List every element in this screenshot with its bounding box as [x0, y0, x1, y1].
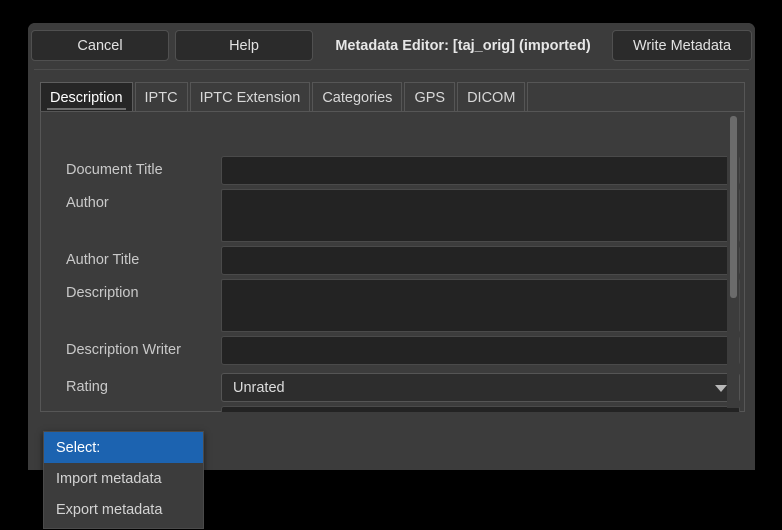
titlebar-divider [34, 69, 749, 70]
label-author: Author [66, 195, 109, 211]
tab-selected-underline [47, 108, 126, 110]
tab-iptc[interactable]: IPTC [135, 82, 188, 112]
description-form: Document Title Author Author Title Descript… [42, 113, 745, 412]
tab-label: Description [50, 90, 123, 106]
metadata-editor-window: Cancel Help Metadata Editor: [taj_orig] … [28, 23, 755, 470]
cancel-button[interactable]: Cancel [31, 30, 169, 61]
description-input[interactable] [221, 279, 740, 332]
tab-bar-filler [527, 82, 745, 112]
write-metadata-button-label: Write Metadata [633, 38, 731, 54]
label-rating: Rating [66, 379, 108, 395]
write-metadata-button[interactable]: Write Metadata [612, 30, 752, 61]
form-scrollbar-thumb[interactable] [730, 116, 737, 298]
menu-item-export-metadata[interactable]: Export metadata [44, 494, 203, 525]
label-document-title: Document Title [66, 162, 163, 178]
tab-bar: Description IPTC IPTC Extension Categories G… [40, 82, 745, 112]
tab-categories[interactable]: Categories [312, 82, 402, 112]
tab-label: GPS [414, 90, 445, 106]
menu-item-label: Select: [56, 440, 100, 456]
chevron-down-icon [715, 385, 727, 392]
rating-selected-value: Unrated [233, 380, 285, 396]
help-button-label: Help [229, 38, 259, 54]
form-scrollbar-track[interactable] [727, 115, 739, 408]
menu-item-import-metadata[interactable]: Import metadata [44, 463, 203, 494]
author-title-input[interactable] [221, 246, 740, 275]
metadata-action-dropdown-menu[interactable]: Select: Import metadata Export metadata [43, 431, 204, 529]
cancel-button-label: Cancel [77, 38, 122, 54]
author-input[interactable] [221, 189, 740, 242]
description-writer-input[interactable] [221, 336, 740, 365]
tab-label: IPTC Extension [200, 90, 301, 106]
tab-gps[interactable]: GPS [404, 82, 455, 112]
tab-label: IPTC [145, 90, 178, 106]
tab-content-panel: Document Title Author Author Title Descript… [40, 111, 745, 412]
tab-description[interactable]: Description [40, 82, 133, 112]
tab-label: DICOM [467, 90, 515, 106]
document-title-input[interactable] [221, 156, 740, 185]
menu-item-select[interactable]: Select: [44, 432, 203, 463]
label-description: Description [66, 285, 139, 301]
menu-item-label: Import metadata [56, 471, 162, 487]
tab-iptc-extension[interactable]: IPTC Extension [190, 82, 311, 112]
label-author-title: Author Title [66, 252, 139, 268]
label-description-writer: Description Writer [66, 342, 181, 358]
help-button[interactable]: Help [175, 30, 313, 61]
tab-dicom[interactable]: DICOM [457, 82, 525, 112]
rating-select[interactable]: Unrated [221, 373, 740, 402]
menu-item-label: Export metadata [56, 502, 162, 518]
window-titlebar: Cancel Help Metadata Editor: [taj_orig] … [28, 23, 755, 68]
tab-label: Categories [322, 90, 392, 106]
window-title: Metadata Editor: [taj_orig] (imported) [318, 30, 608, 61]
